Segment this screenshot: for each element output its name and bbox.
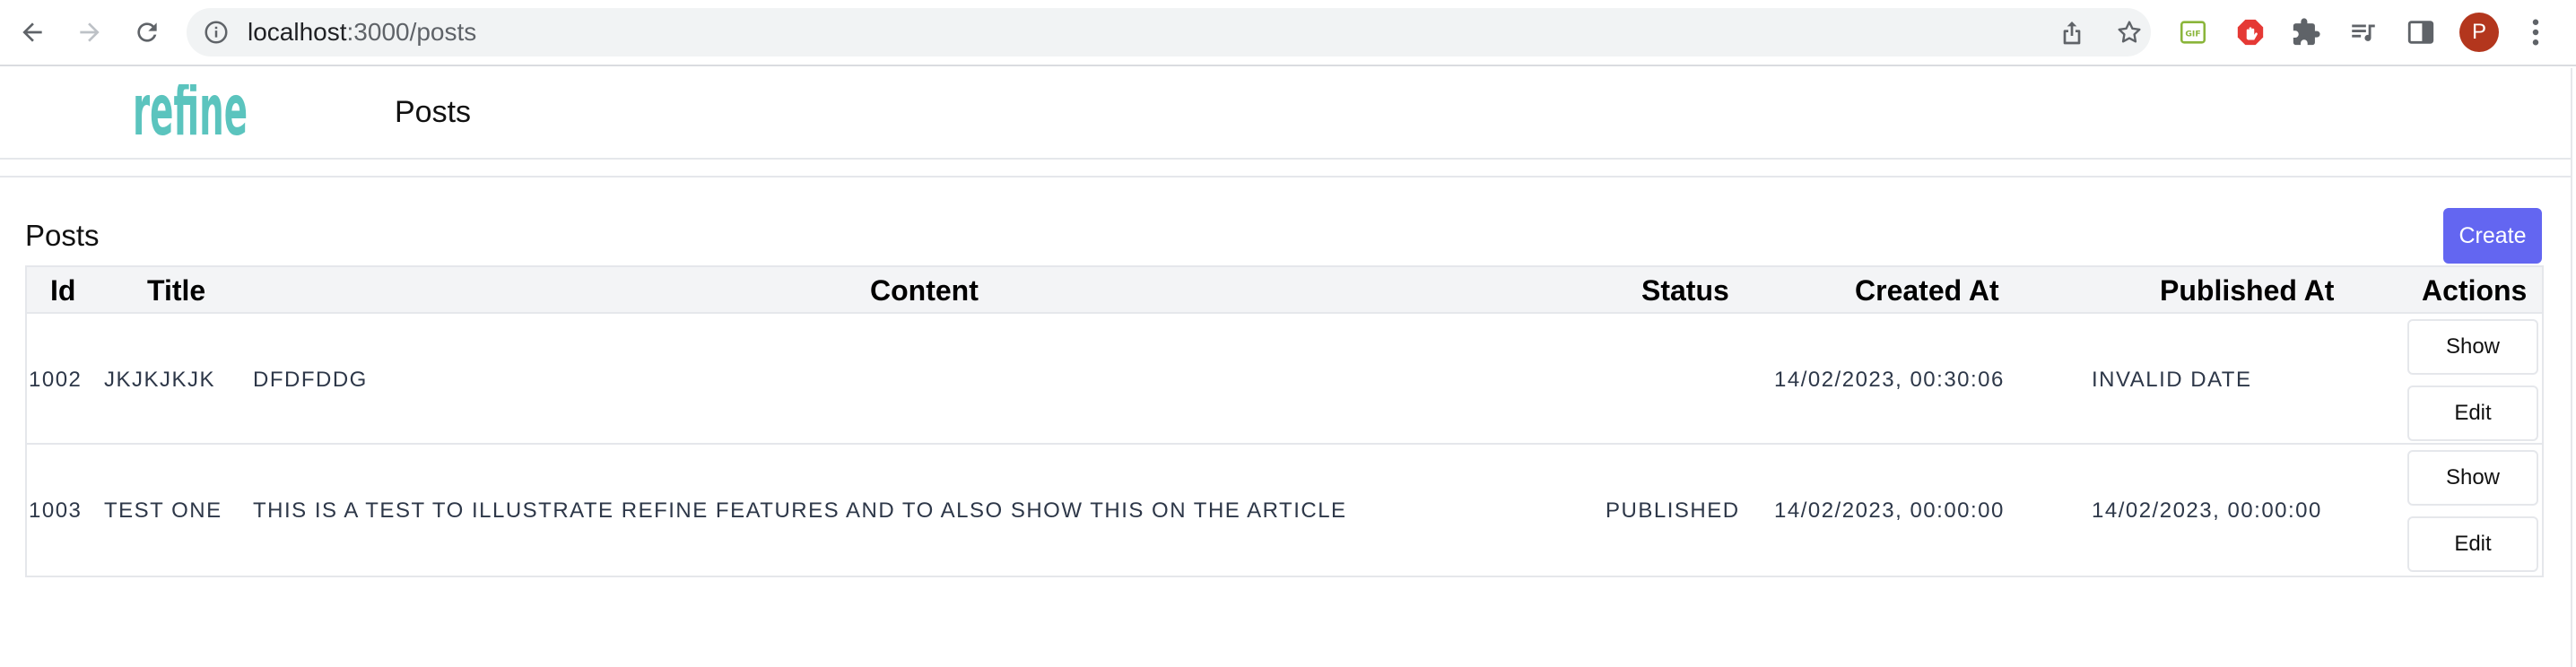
- refine-logo[interactable]: refine: [133, 84, 368, 143]
- info-icon[interactable]: [203, 19, 230, 46]
- svg-text:refine: refine: [133, 84, 248, 143]
- back-icon[interactable]: [11, 11, 54, 54]
- svg-text:GIF: GIF: [2185, 29, 2200, 39]
- create-button[interactable]: Create: [2443, 208, 2542, 264]
- star-icon[interactable]: [2115, 18, 2144, 47]
- media-icon[interactable]: [2346, 15, 2380, 49]
- column-header-created-at[interactable]: Created At: [1855, 267, 1999, 314]
- show-button[interactable]: Show: [2407, 319, 2538, 375]
- table-row: 1003 test one this is a test to illustra…: [27, 446, 2542, 576]
- gif-extension-icon[interactable]: GIF: [2176, 15, 2210, 49]
- url-host: localhost: [248, 18, 347, 46]
- table-row: 1002 jkjkjkjk dfdfddg 14/02/2023, 00:30:…: [27, 316, 2542, 445]
- column-header-title[interactable]: Title: [147, 267, 205, 314]
- column-header-content[interactable]: Content: [870, 267, 979, 314]
- cell-id: 1002: [29, 368, 83, 392]
- address-bar[interactable]: localhost:3000/posts: [187, 8, 2151, 56]
- app-header: refine Posts: [0, 68, 2572, 160]
- edit-button[interactable]: Edit: [2407, 516, 2538, 572]
- table-header: Id Title Content Status Created At Publi…: [27, 267, 2542, 314]
- more-vert-icon[interactable]: [2522, 14, 2549, 50]
- page-title: Posts: [25, 219, 100, 252]
- cell-created-at: 14/02/2023, 00:00:00: [1774, 498, 2005, 523]
- cell-published-at: 14/02/2023, 00:00:00: [2092, 498, 2322, 523]
- share-icon[interactable]: [2058, 18, 2086, 47]
- reload-icon[interactable]: [126, 11, 169, 54]
- cell-title: test one: [104, 498, 222, 523]
- column-header-actions: Actions: [2422, 274, 2528, 307]
- column-header-status[interactable]: Status: [1641, 267, 1729, 314]
- side-panel-icon[interactable]: [2404, 15, 2438, 49]
- cell-content: dfdfddg: [253, 368, 368, 392]
- column-header-published-at[interactable]: Published At: [2160, 267, 2334, 314]
- cell-created-at: 14/02/2023, 00:30:06: [1774, 368, 2005, 392]
- url-path: :3000/posts: [346, 18, 477, 46]
- header-title[interactable]: Posts: [395, 95, 471, 130]
- header-separator: [0, 176, 2572, 178]
- profile-avatar[interactable]: P: [2459, 13, 2499, 52]
- adblock-extension-icon[interactable]: [2233, 15, 2267, 49]
- cell-title: jkjkjkjk: [104, 368, 216, 392]
- show-button[interactable]: Show: [2407, 450, 2538, 506]
- cell-id: 1003: [29, 498, 83, 523]
- cell-published-at: Invalid Date: [2092, 368, 2252, 392]
- edit-button[interactable]: Edit: [2407, 385, 2538, 441]
- cell-content: this is a test to illustrate refine feat…: [253, 498, 1347, 523]
- puzzle-extension-icon[interactable]: [2289, 15, 2323, 49]
- posts-table: Id Title Content Status Created At Publi…: [25, 265, 2544, 577]
- cell-status: published: [1606, 498, 1740, 523]
- forward-icon[interactable]: [68, 11, 111, 54]
- content-divider: [2571, 68, 2572, 667]
- column-header-id[interactable]: Id: [50, 267, 75, 314]
- url-text[interactable]: localhost:3000/posts: [248, 8, 476, 56]
- browser-toolbar: localhost:3000/posts GIF P: [0, 0, 2576, 66]
